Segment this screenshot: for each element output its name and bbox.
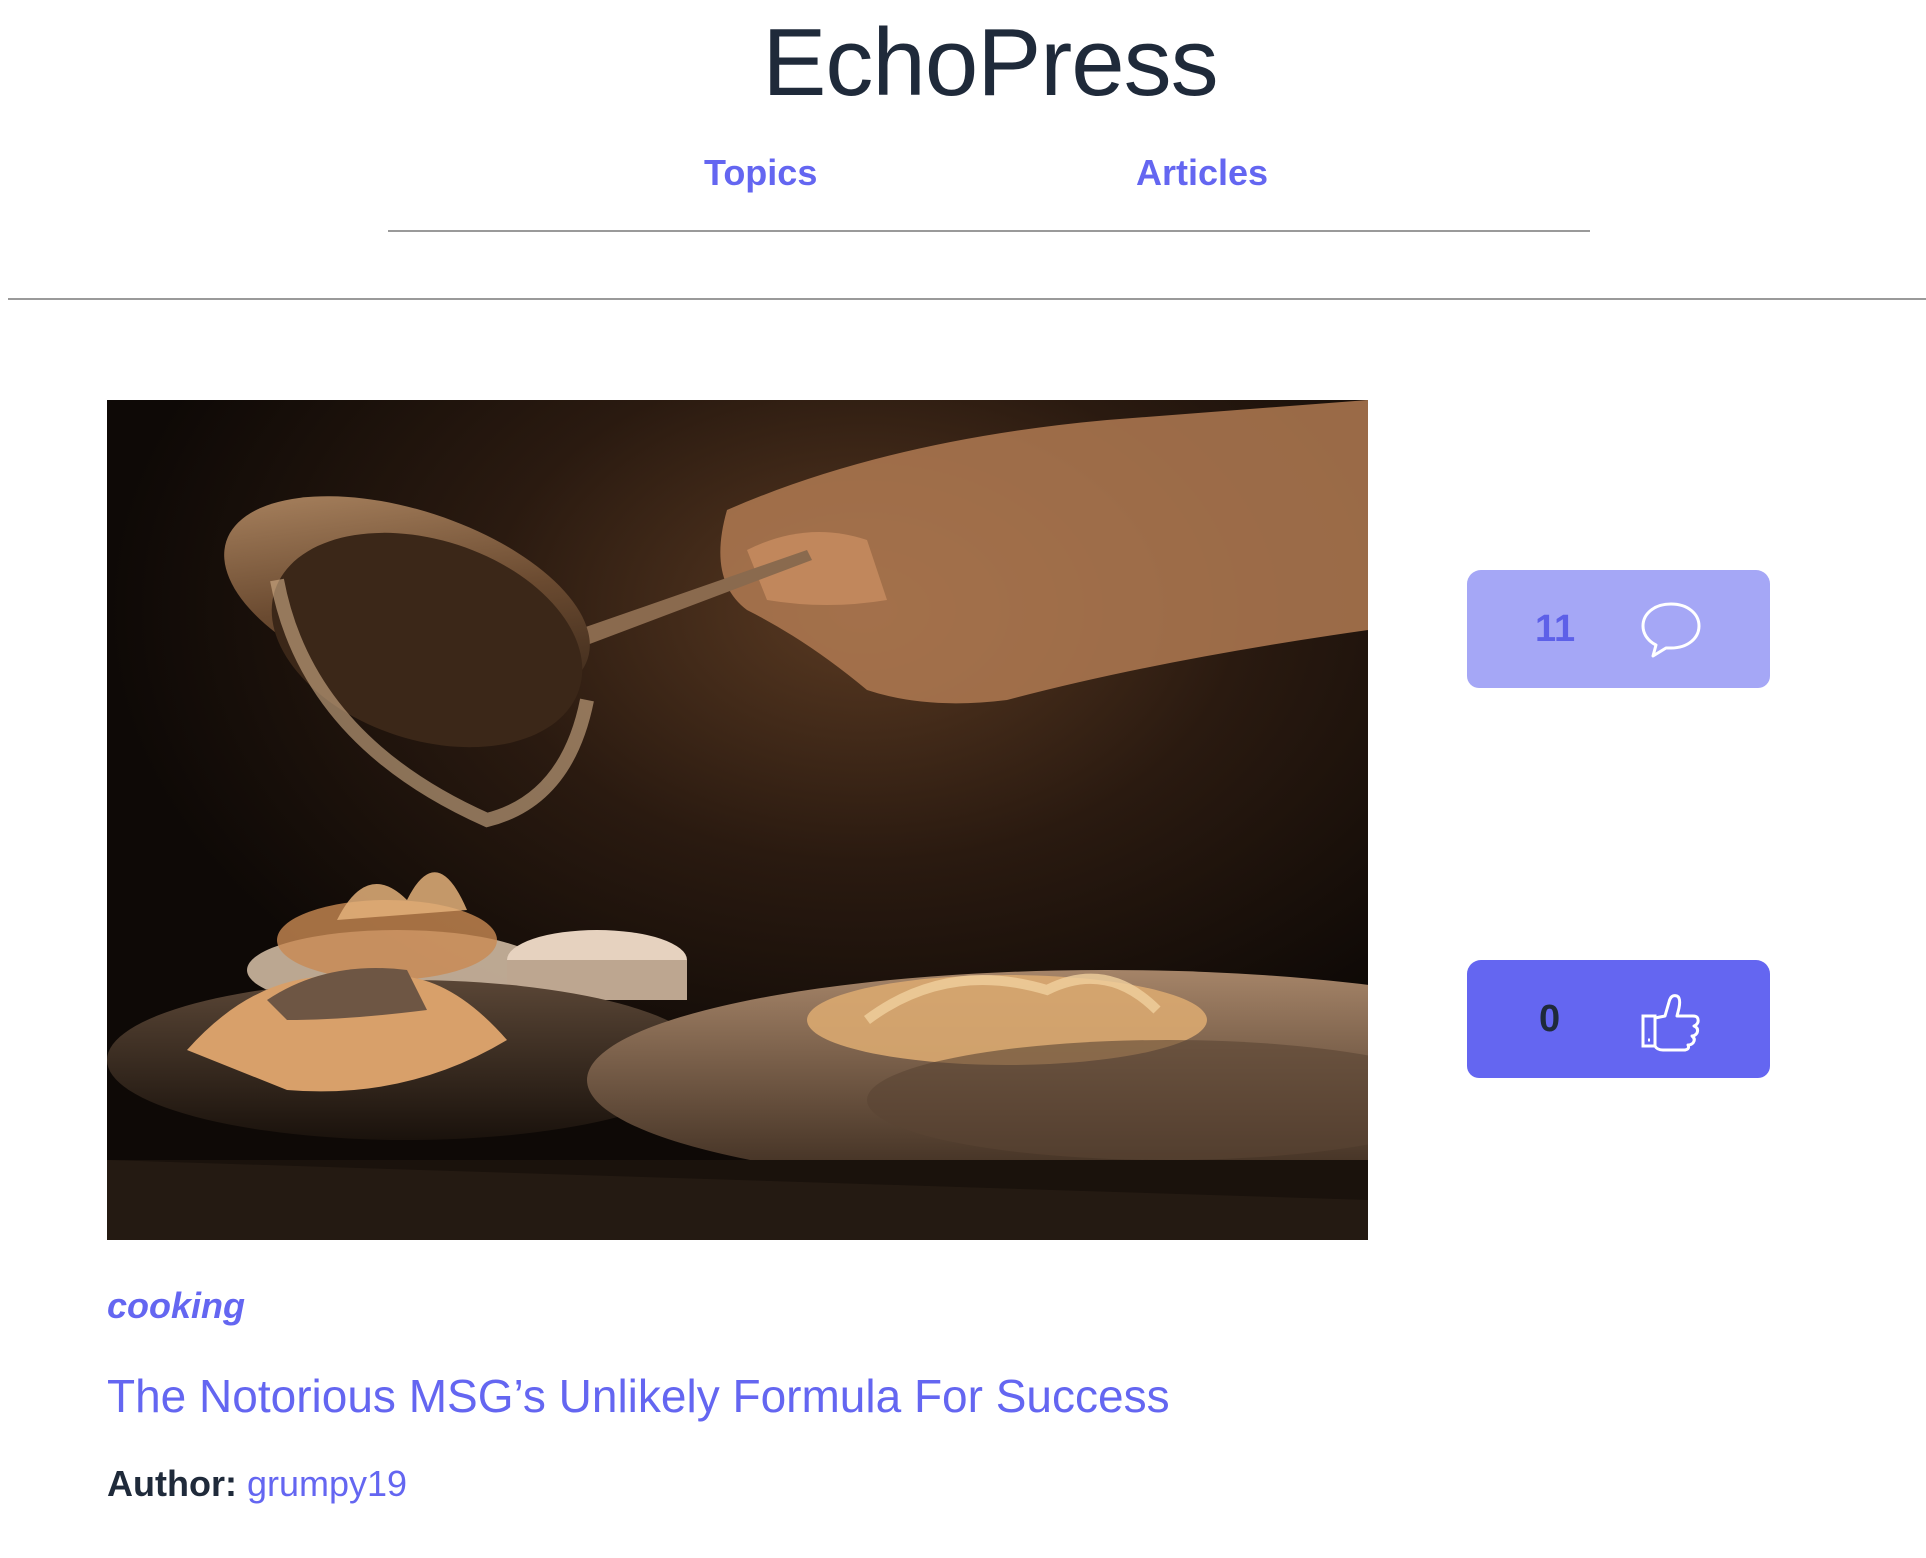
nav-divider <box>388 230 1590 232</box>
site-header: EchoPress Topics Articles <box>0 0 1926 300</box>
thumbs-up-icon <box>1639 988 1703 1052</box>
article-image <box>107 400 1368 1240</box>
vote-count: 0 <box>1539 998 1561 1040</box>
article-topic-link[interactable]: cooking <box>107 1282 245 1330</box>
upvote-button[interactable]: 0 <box>1467 960 1770 1078</box>
author-link[interactable]: grumpy19 <box>247 1463 407 1504</box>
header-divider <box>8 298 1926 300</box>
author-line: Author: grumpy19 <box>107 1460 407 1508</box>
author-label: Author: <box>107 1463 237 1504</box>
nav-link-topics[interactable]: Topics <box>704 148 817 198</box>
comment-count: 11 <box>1535 608 1576 650</box>
site-title: EchoPress <box>762 9 1218 116</box>
comments-button[interactable]: 11 <box>1467 570 1770 688</box>
main-nav: Topics Articles <box>0 148 1926 198</box>
article-title[interactable]: The Notorious MSG’s Unlikely Formula For… <box>107 1366 1170 1426</box>
speech-bubble-icon <box>1639 598 1703 662</box>
nav-link-articles[interactable]: Articles <box>1136 148 1268 198</box>
